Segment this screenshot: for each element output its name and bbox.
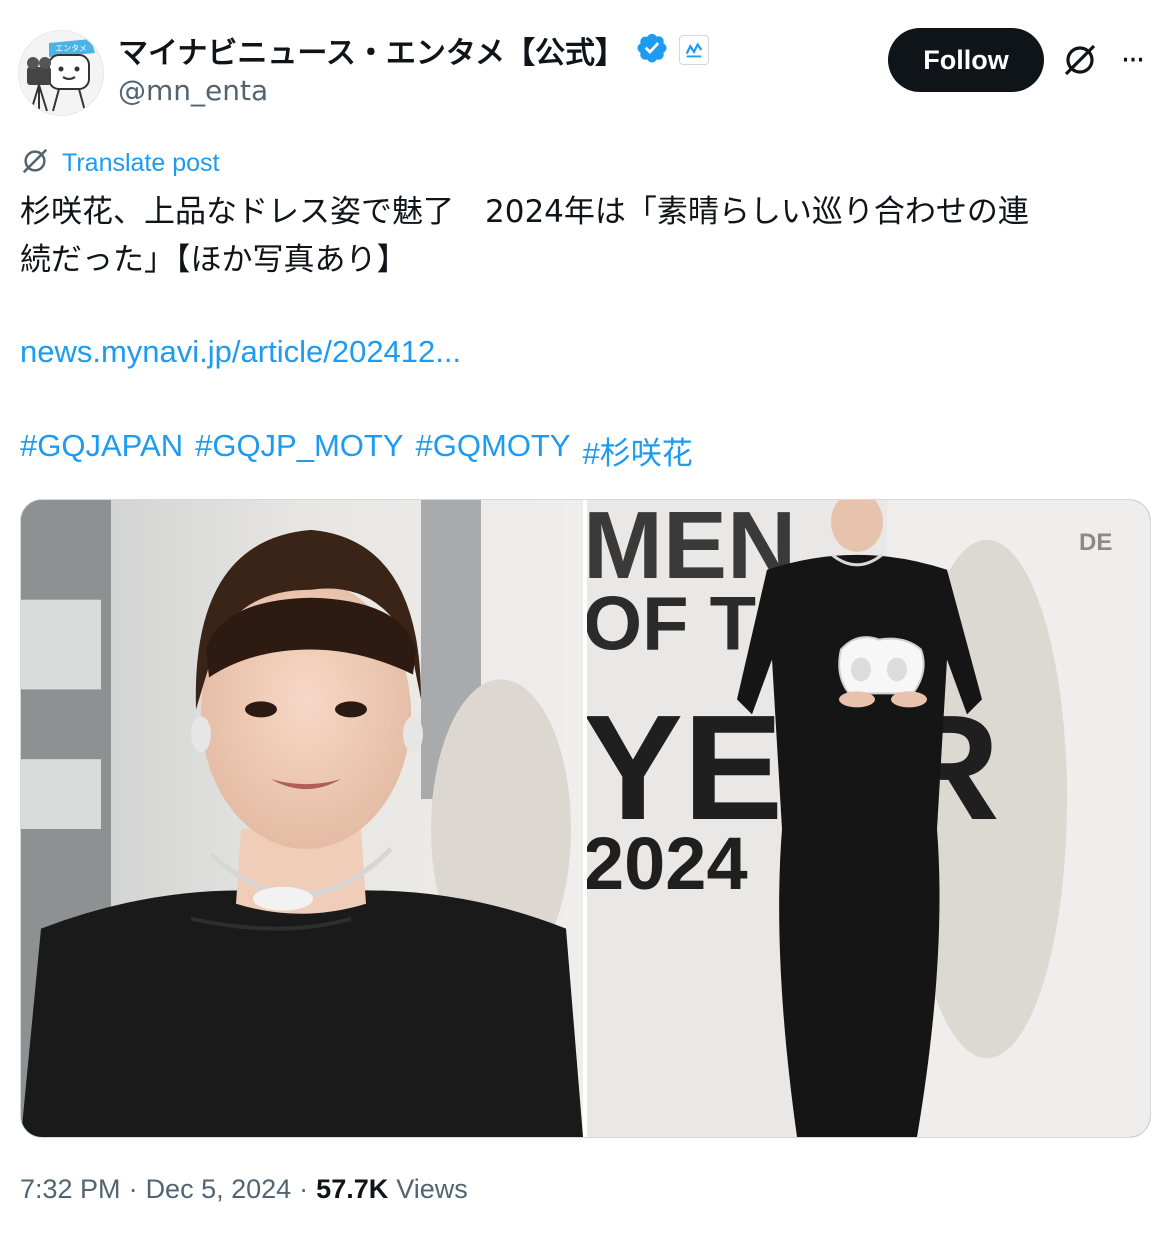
views-count[interactable]: 57.7K: [316, 1174, 388, 1205]
post-text: 杉咲花、上品なドレス姿で魅了 2024年は「素晴らしい巡り合わせの連 続だった」…: [20, 188, 1150, 284]
post-date[interactable]: Dec 5, 2024: [146, 1174, 292, 1205]
verified-badge-icon[interactable]: [635, 31, 669, 69]
hashtag-sugisaki-hana[interactable]: #杉咲花: [583, 428, 693, 473]
media-grid: MEN OF TH YEAR 2024 DE: [20, 499, 1151, 1138]
post-text-line-1: 杉咲花、上品なドレス姿で魅了 2024年は「素晴らしい巡り合わせの連: [20, 194, 1029, 230]
post-header: エンタメ マイナビニュース・エンタメ【公式】 @mn_enta Follow ·…: [18, 26, 1158, 116]
globe-translate-icon: [20, 146, 50, 180]
mascot-avatar-icon[interactable]: エンタメ: [18, 30, 104, 116]
grok-icon[interactable]: [1060, 40, 1100, 80]
meta-separator: ·: [128, 1174, 138, 1204]
hashtag-gqjp-moty[interactable]: #GQJP_MOTY: [195, 428, 403, 473]
meta-separator-2: ·: [299, 1174, 309, 1204]
follow-button[interactable]: Follow: [888, 28, 1044, 92]
post-time[interactable]: 7:32 PM: [20, 1174, 121, 1205]
article-link[interactable]: news.mynavi.jp/article/202412...: [20, 334, 461, 370]
backdrop-de-text: DE: [1079, 529, 1112, 556]
backdrop-2024-text: 2024: [587, 822, 748, 905]
closeup-photo[interactable]: [21, 500, 583, 1137]
views-label[interactable]: Views: [396, 1174, 468, 1205]
more-options-icon[interactable]: ···: [1112, 40, 1152, 80]
avatar-hat-text: エンタメ: [55, 44, 87, 53]
full-length-photo[interactable]: MEN OF TH YEAR 2024 DE: [587, 500, 1150, 1137]
hashtag-list: #GQJAPAN #GQJP_MOTY #GQMOTY #杉咲花: [20, 428, 693, 473]
author-display-name[interactable]: マイナビニュース・エンタメ【公式】: [118, 28, 625, 72]
translate-post-link[interactable]: Translate post: [20, 146, 219, 180]
translate-post-label[interactable]: Translate post: [62, 149, 219, 178]
hashtag-gqjapan[interactable]: #GQJAPAN: [20, 428, 183, 473]
post-meta: 7:32 PM · Dec 5, 2024 · 57.7K Views: [20, 1174, 468, 1205]
hashtag-gqmoty[interactable]: #GQMOTY: [416, 428, 571, 473]
author-name-row: マイナビニュース・エンタメ【公式】: [118, 28, 709, 72]
post-text-line-2: 続だった」【ほか写真あり】: [20, 242, 408, 278]
author-handle[interactable]: @mn_enta: [118, 74, 268, 107]
mynavi-affiliate-badge-icon[interactable]: [679, 35, 709, 65]
